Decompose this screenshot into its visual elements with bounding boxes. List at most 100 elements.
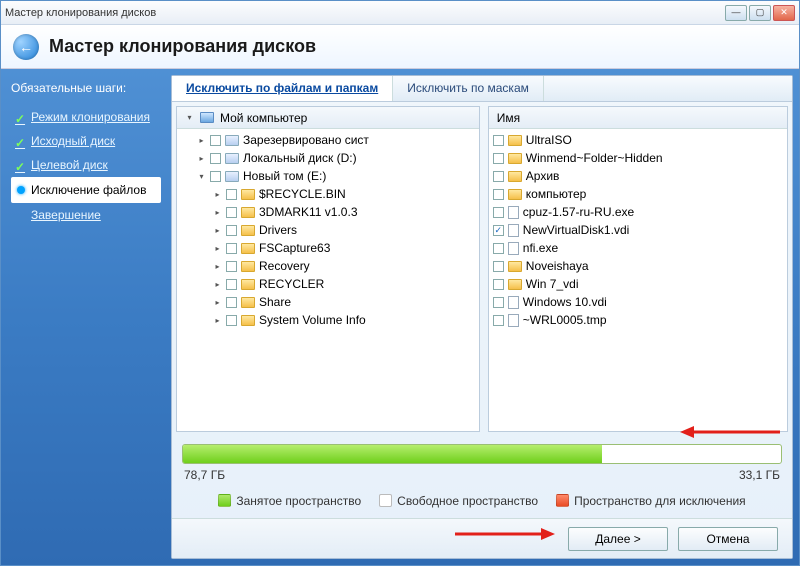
tree-row[interactable]: ▾Новый том (E:) (177, 167, 479, 185)
folder-icon (508, 261, 522, 272)
sidebar-heading: Обязательные шаги: (11, 81, 161, 95)
close-button[interactable]: ✕ (773, 5, 795, 21)
list-label: nfi.exe (523, 241, 558, 255)
checkbox[interactable] (493, 207, 504, 218)
minimize-button[interactable]: — (725, 5, 747, 21)
tree-row[interactable]: ▸FSCapture63 (177, 239, 479, 257)
check-icon: ✓ (15, 160, 25, 170)
tree-label: System Volume Info (259, 313, 366, 327)
expander-icon[interactable]: ▾ (197, 172, 206, 181)
tree-row[interactable]: ▸Drivers (177, 221, 479, 239)
folder-icon (508, 189, 522, 200)
tree-pane: ▾ Мой компьютер ▸Зарезервировано сист▸Ло… (176, 106, 480, 432)
list-header[interactable]: Имя (489, 107, 787, 129)
checkbox[interactable]: ✓ (493, 225, 504, 236)
tree-row[interactable]: ▸RECYCLER (177, 275, 479, 293)
expander-icon[interactable]: ▸ (213, 208, 222, 217)
checkbox[interactable] (493, 297, 504, 308)
expander-icon[interactable]: ▸ (213, 280, 222, 289)
checkbox[interactable] (493, 261, 504, 272)
list-label: ~WRL0005.tmp (523, 313, 607, 327)
sidebar-step-2[interactable]: ✓Целевой диск (11, 153, 161, 177)
sidebar-step-0[interactable]: ✓Режим клонирования (11, 105, 161, 129)
header: ← Мастер клонирования дисков (1, 25, 799, 69)
expander-icon[interactable]: ▸ (213, 244, 222, 253)
expander-icon[interactable]: ▸ (213, 316, 222, 325)
tree-row[interactable]: ▸ System Volume Info (177, 311, 479, 329)
expander-icon[interactable]: ▾ (185, 113, 194, 122)
folder-icon (508, 171, 522, 182)
tree-row[interactable]: ▸ Share (177, 293, 479, 311)
folder-icon (508, 279, 522, 290)
tab-exclude-files[interactable]: Исключить по файлам и папкам (172, 76, 393, 101)
tree-row[interactable]: ▸3DMARK11 v1.0.3 (177, 203, 479, 221)
checkbox[interactable] (210, 153, 221, 164)
expander-icon[interactable]: ▸ (213, 262, 222, 271)
tree-row[interactable]: ▸Зарезервировано сист (177, 131, 479, 149)
free-size-label: 33,1 ГБ (739, 468, 780, 482)
checkbox[interactable] (226, 279, 237, 290)
checkbox[interactable] (210, 171, 221, 182)
tree-row[interactable]: ▸Recovery (177, 257, 479, 275)
list-label: NewVirtualDisk1.vdi (523, 223, 629, 237)
list-label: Winmend~Folder~Hidden (526, 151, 663, 165)
legend-used-swatch (218, 494, 231, 507)
tree-label: Share (259, 295, 291, 309)
list-row[interactable]: Windows 10.vdi (489, 293, 787, 311)
list-row[interactable]: Winmend~Folder~Hidden (489, 149, 787, 167)
legend: Занятое пространство Свободное пространс… (172, 488, 792, 518)
list-row[interactable]: cpuz-1.57-ru-RU.exe (489, 203, 787, 221)
file-icon (508, 242, 519, 255)
expander-icon[interactable]: ▸ (213, 190, 222, 199)
legend-free-label: Свободное пространство (397, 494, 538, 508)
checkbox[interactable] (226, 225, 237, 236)
tree-body[interactable]: ▸Зарезервировано сист▸Локальный диск (D:… (177, 129, 479, 431)
checkbox[interactable] (493, 189, 504, 200)
list-row[interactable]: ~WRL0005.tmp (489, 311, 787, 329)
checkbox[interactable] (226, 189, 237, 200)
list-row[interactable]: ✓ NewVirtualDisk1.vdi (489, 221, 787, 239)
expander-icon[interactable]: ▸ (213, 226, 222, 235)
file-icon (508, 314, 519, 327)
next-button[interactable]: Далее > (568, 527, 668, 551)
expander-icon[interactable]: ▸ (197, 136, 206, 145)
titlebar: Мастер клонирования дисков — ▢ ✕ (1, 1, 799, 25)
list-label: UltraISO (526, 133, 572, 147)
checkbox[interactable] (493, 279, 504, 290)
maximize-button[interactable]: ▢ (749, 5, 771, 21)
cancel-button[interactable]: Отмена (678, 527, 778, 551)
tab-exclude-masks[interactable]: Исключить по маскам (393, 76, 544, 101)
list-row[interactable]: UltraISO (489, 131, 787, 149)
back-button[interactable]: ← (13, 34, 39, 60)
expander-icon[interactable]: ▸ (197, 154, 206, 163)
checkbox[interactable] (226, 297, 237, 308)
checkbox[interactable] (493, 153, 504, 164)
folder-icon (241, 261, 255, 272)
empty-icon (15, 210, 25, 220)
sidebar-step-1[interactable]: ✓Исходный диск (11, 129, 161, 153)
checkbox[interactable] (226, 315, 237, 326)
list-row[interactable]: nfi.exe (489, 239, 787, 257)
list-row[interactable]: Noveishaya (489, 257, 787, 275)
checkbox[interactable] (493, 171, 504, 182)
checkbox[interactable] (210, 135, 221, 146)
expander-icon[interactable]: ▸ (213, 298, 222, 307)
legend-excl-swatch (556, 494, 569, 507)
checkbox[interactable] (226, 243, 237, 254)
list-label: Noveishaya (526, 259, 589, 273)
folder-icon (508, 135, 522, 146)
list-row[interactable]: Win 7_vdi (489, 275, 787, 293)
tree-row[interactable]: ▸$RECYCLE.BIN (177, 185, 479, 203)
checkbox[interactable] (226, 261, 237, 272)
list-row[interactable]: компьютер (489, 185, 787, 203)
file-icon (508, 296, 519, 309)
sidebar-step-4[interactable]: Завершение (11, 203, 161, 227)
list-body[interactable]: UltraISO Winmend~Folder~Hidden Архивкомпью… (489, 129, 787, 431)
tree-row[interactable]: ▸Локальный диск (D:) (177, 149, 479, 167)
checkbox[interactable] (226, 207, 237, 218)
checkbox[interactable] (493, 315, 504, 326)
computer-icon (200, 112, 214, 123)
list-row[interactable]: Архив (489, 167, 787, 185)
checkbox[interactable] (493, 135, 504, 146)
checkbox[interactable] (493, 243, 504, 254)
